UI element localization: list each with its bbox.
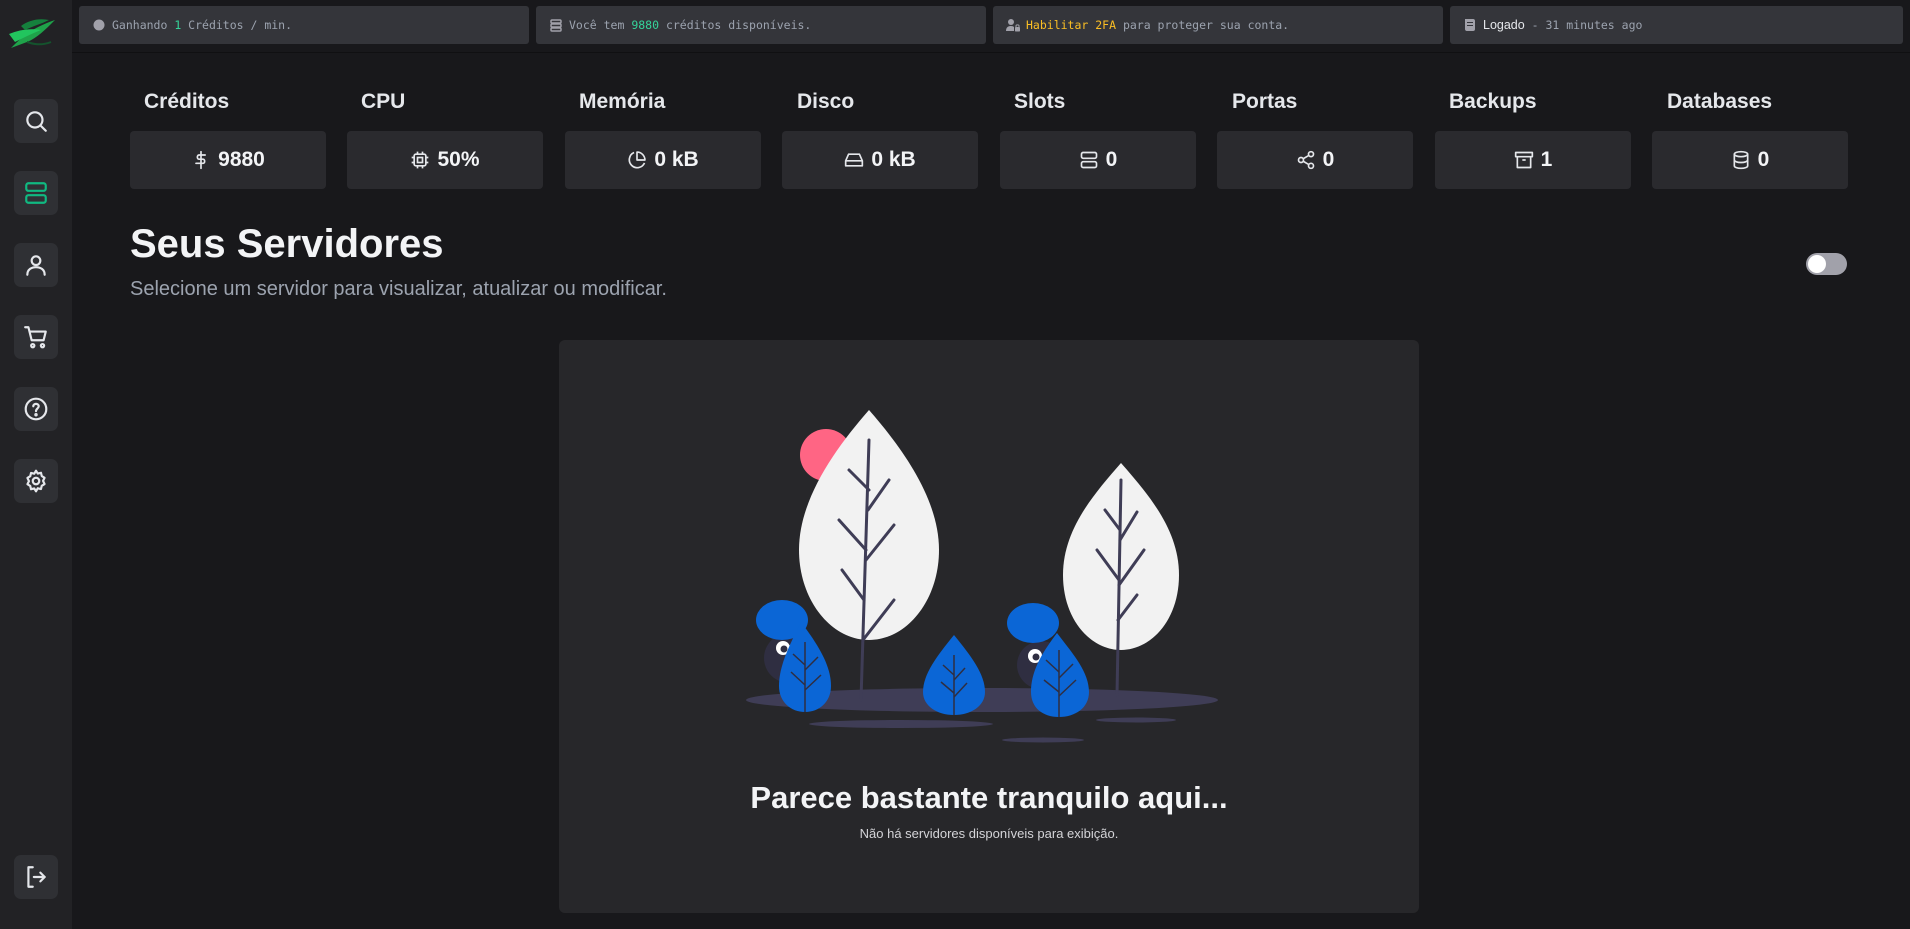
harddrive-icon <box>845 153 864 167</box>
stat-card-memory: 0 kB <box>565 131 761 189</box>
sidebar-item-servers[interactable] <box>14 171 58 215</box>
stat-value-ports: 0 <box>1322 148 1335 171</box>
toggle-knob <box>1808 255 1826 273</box>
scroll-icon <box>1465 19 1475 31</box>
server-icon <box>1080 151 1097 169</box>
earning-prefix: Ganhando <box>112 18 175 32</box>
page-subtitle: Selecione um servidor para visualizar, a… <box>130 278 667 300</box>
sidebar-item-store[interactable] <box>14 315 58 359</box>
earning-value: 1 <box>174 18 182 32</box>
stat-card-slots: 0 <box>1000 131 1196 189</box>
stat-value-credits: 9880 <box>218 148 265 171</box>
sidebar-item-search[interactable] <box>14 99 58 143</box>
login-pill: Logado - 31 minutes ago <box>1450 6 1903 44</box>
stat-label-backups: Backups <box>1449 90 1537 113</box>
archive-icon <box>1514 151 1533 169</box>
earning-suffix: Créditos / min. <box>181 18 293 32</box>
stat-label-cpu: CPU <box>361 90 406 113</box>
stat-value-memory: 0 kB <box>654 148 699 171</box>
empty-state-title: Parece bastante tranquilo aqui... <box>750 780 1228 815</box>
stat-value-slots: 0 <box>1105 148 1118 171</box>
empty-state-description: Não há servidores disponíveis para exibi… <box>859 826 1119 841</box>
circle-icon <box>93 19 105 31</box>
sidebar-item-settings[interactable] <box>14 459 58 503</box>
logo-icon[interactable] <box>7 12 63 52</box>
stat-card-credits: 9880 <box>130 131 326 189</box>
cart-icon <box>24 326 47 349</box>
empty-state-card: Parece bastante tranquilo aqui... Não há… <box>559 340 1419 913</box>
logout-icon <box>27 866 46 888</box>
stat-card-databases: 0 <box>1652 131 1848 189</box>
balance-prefix: Você tem <box>569 18 632 32</box>
view-toggle[interactable] <box>1806 253 1847 275</box>
stat-label-slots: Slots <box>1014 90 1066 113</box>
stat-card-ports: 0 <box>1217 131 1413 189</box>
sidebar-item-help[interactable] <box>14 387 58 431</box>
cpu-icon <box>412 151 429 169</box>
server-icon <box>25 182 47 204</box>
login-label: Logado <box>1483 18 1525 32</box>
twofa-link[interactable]: Habilitar 2FA <box>1026 18 1116 32</box>
stat-label-disk: Disco <box>797 90 855 113</box>
stat-label-databases: Databases <box>1667 90 1773 113</box>
earning-pill: Ganhando 1 Créditos / min. <box>79 6 529 44</box>
user-icon <box>26 255 46 276</box>
stat-card-cpu: 50% <box>347 131 543 189</box>
sidebar <box>0 0 72 929</box>
balance-suffix: créditos disponíveis. <box>659 18 812 32</box>
database-icon <box>1733 150 1749 170</box>
twofa-pill[interactable]: Habilitar 2FA para proteger sua conta. <box>993 6 1443 44</box>
login-time: - 31 minutes ago <box>1524 18 1643 32</box>
twofa-suffix: para proteger sua conta. <box>1116 18 1290 32</box>
coins-icon <box>550 19 562 32</box>
stat-label-credits: Créditos <box>144 90 230 113</box>
stat-label-ports: Portas <box>1232 90 1298 113</box>
stat-card-disk: 0 kB <box>782 131 978 189</box>
pie-icon <box>628 151 647 169</box>
trees-illustration <box>746 410 1218 743</box>
user-lock-icon <box>1006 19 1020 32</box>
stat-value-databases: 0 <box>1757 148 1770 171</box>
stat-value-backups: 1 <box>1540 148 1553 171</box>
topbar: Ganhando 1 Créditos / min. Você tem 9880… <box>72 0 1910 53</box>
dollar-icon <box>195 150 207 170</box>
sidebar-item-account[interactable] <box>14 243 58 287</box>
stat-label-memory: Memória <box>579 90 666 113</box>
stat-card-backups: 1 <box>1435 131 1631 189</box>
stat-value-disk: 0 kB <box>871 148 916 171</box>
balance-pill: Você tem 9880 créditos disponíveis. <box>536 6 986 44</box>
page-title: Seus Servidores <box>130 222 444 266</box>
gear-icon <box>26 469 46 493</box>
stat-value-cpu: 50% <box>437 148 480 171</box>
logout-button[interactable] <box>14 855 58 899</box>
share-icon <box>1297 150 1314 170</box>
search-icon <box>26 111 47 132</box>
help-icon <box>24 397 48 421</box>
balance-value: 9880 <box>631 18 660 32</box>
